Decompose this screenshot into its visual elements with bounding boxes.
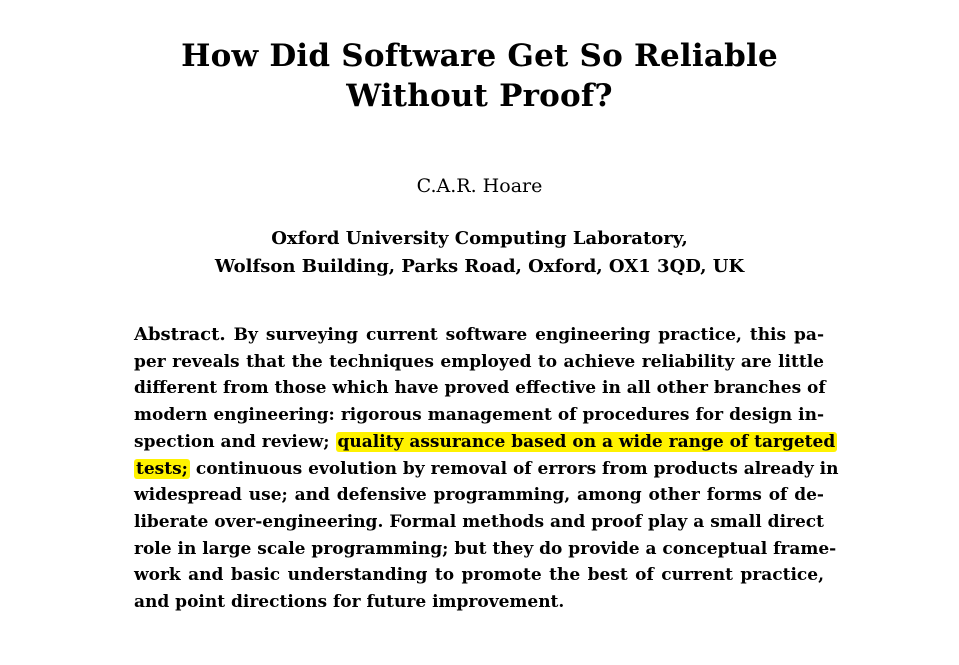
affiliation-line-2: Wolfson Building, Parks Road, Oxford, OX… bbox=[214, 256, 745, 277]
affiliation-line-1: Oxford University Computing Laboratory, bbox=[271, 228, 688, 249]
abstract-line: per reveals that the techniques employed… bbox=[134, 351, 824, 372]
abstract-line: role in large scale programming; but the… bbox=[134, 538, 837, 559]
paper-title: How Did Software Get So Reliable Without… bbox=[0, 36, 959, 116]
highlighted-text: quality assurance based on a wide range … bbox=[335, 431, 838, 452]
abstract-line: spection and review; quality assurance b… bbox=[134, 429, 838, 456]
abstract-line-6-text: continuous evolution by removal of error… bbox=[189, 458, 839, 479]
abstract-line: work and basic understanding to promote … bbox=[134, 565, 824, 586]
abstract-line: tests; continuous evolution by removal o… bbox=[134, 456, 838, 483]
abstract-line: different from those which have proved e… bbox=[134, 378, 826, 399]
title-line-2: Without Proof? bbox=[346, 78, 613, 114]
affiliation: Oxford University Computing Laboratory, … bbox=[0, 225, 959, 281]
abstract-line: liberate over-engineering. Formal method… bbox=[134, 511, 824, 532]
author-name: C.A.R. Hoare bbox=[416, 175, 543, 197]
abstract-line: and point directions for future improvem… bbox=[134, 592, 565, 613]
abstract-label: Abstract. bbox=[134, 324, 226, 345]
abstract-line: widespread use; and defensive programmin… bbox=[134, 485, 824, 506]
abstract-paragraph: Abstract. By surveying current software … bbox=[134, 322, 838, 616]
title-line-1: How Did Software Get So Reliable bbox=[181, 38, 778, 74]
abstract-line: Abstract. By surveying current software … bbox=[134, 322, 824, 349]
abstract-line: modern engineering: rigorous management … bbox=[134, 405, 824, 426]
abstract-line-1-text: By surveying current software engineerin… bbox=[233, 325, 825, 345]
highlighted-text: tests; bbox=[134, 458, 190, 479]
abstract-line-5-text: spection and review; bbox=[134, 431, 336, 452]
